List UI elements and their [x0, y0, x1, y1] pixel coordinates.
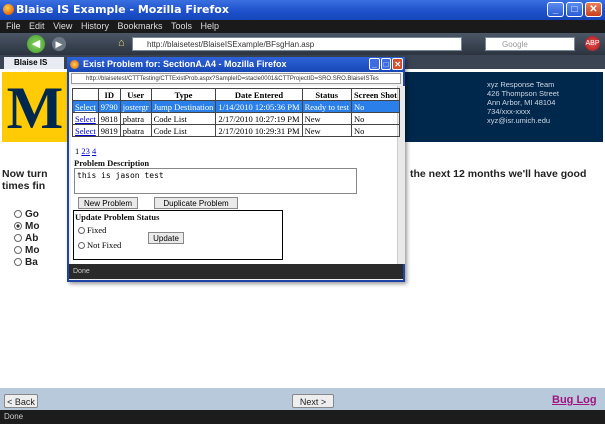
university-logo: M: [2, 72, 68, 142]
not-fixed-radio[interactable]: Not Fixed: [78, 240, 121, 250]
forward-arrow-icon[interactable]: ▶: [52, 37, 66, 51]
table-row[interactable]: Select 9818 pbatra Code List 2/17/2010 1…: [72, 112, 401, 125]
page-link[interactable]: 4: [92, 146, 96, 156]
page-link[interactable]: 3: [86, 146, 90, 156]
address-line: Ann Arbor, MI 48104: [487, 98, 556, 107]
window-titlebar: Blaise IS Example - Mozilla Firefox _ □ …: [0, 0, 605, 20]
popup-status-bar: Done: [69, 264, 403, 279]
address-line: xyz@isr.umich.edu: [487, 116, 551, 125]
address-line: 734/xxx-xxxx: [487, 107, 531, 116]
back-arrow-icon[interactable]: ◀: [27, 35, 45, 53]
select-link[interactable]: Select: [75, 102, 96, 112]
menu-view[interactable]: View: [53, 21, 72, 31]
radio-icon: [78, 227, 85, 234]
firefox-icon: [70, 60, 79, 69]
column-header: User: [119, 88, 152, 101]
column-header: ID: [97, 88, 121, 101]
bug-log-link[interactable]: Bug Log: [552, 394, 597, 406]
cell-status: New: [301, 112, 352, 125]
cell-id: 9818: [97, 112, 121, 125]
radio-icon: [78, 242, 85, 249]
address-line: 426 Thompson Street: [487, 89, 559, 98]
menu-history[interactable]: History: [81, 21, 109, 31]
pagination: 1 23 4: [75, 146, 96, 156]
answer-option[interactable]: Ab: [14, 233, 38, 244]
question-text-right: the next 12 months we'll have good: [410, 168, 587, 180]
firefox-icon: [3, 4, 14, 15]
popup-url-input[interactable]: http://blaisetest/CTTTesting/CTTExistPro…: [71, 73, 401, 84]
problem-description-input[interactable]: this is jason test: [74, 168, 357, 194]
cell-status: Ready to test: [301, 100, 352, 113]
minimize-button[interactable]: _: [547, 2, 564, 17]
cell-date: 2/17/2010 10:27:19 PM: [215, 112, 303, 125]
duplicate-problem-button[interactable]: Duplicate Problem: [154, 197, 238, 209]
table-row[interactable]: Select 9790 jostergr Jump Destination 1/…: [72, 100, 401, 113]
navigation-toolbar: ◀ ▶ ⌂ http://blaisetest/BlaiseISExample/…: [0, 33, 605, 55]
answer-option[interactable]: Mo: [14, 245, 39, 256]
select-link[interactable]: Select: [75, 126, 96, 136]
table-row[interactable]: Select 9819 pbatra Code List 2/17/2010 1…: [72, 124, 401, 137]
popup-title: Exist Problem for: SectionA.A4 - Mozilla…: [67, 57, 405, 72]
radio-icon: [14, 246, 22, 254]
popup-close-button[interactable]: ✕: [392, 58, 404, 70]
column-header: Status: [301, 88, 352, 101]
status-bar: Done: [0, 410, 605, 424]
cell-status: New: [301, 124, 352, 137]
radio-selected-icon: [14, 222, 22, 230]
contact-address: xyz Response Team 426 Thompson Street An…: [487, 80, 597, 125]
popup-minimize-button[interactable]: _: [369, 58, 380, 70]
cell-user: pbatra: [119, 112, 152, 125]
radio-icon: [14, 258, 22, 266]
tab-blaise[interactable]: Blaise IS: [4, 57, 64, 69]
answer-option[interactable]: Ba: [14, 257, 38, 268]
cell-user: pbatra: [119, 124, 152, 137]
column-header: [72, 88, 99, 101]
menu-file[interactable]: File: [6, 21, 21, 31]
column-header: Type: [150, 88, 217, 101]
column-header: Date Entered: [215, 88, 303, 101]
answer-option[interactable]: Mo: [14, 221, 39, 232]
question-text-left: Now turn times fin: [2, 168, 48, 192]
select-link[interactable]: Select: [75, 114, 96, 124]
home-icon[interactable]: ⌂: [118, 38, 130, 49]
close-button[interactable]: ✕: [585, 2, 602, 17]
menu-bookmarks[interactable]: Bookmarks: [117, 21, 162, 31]
current-page: 1: [75, 146, 80, 156]
menu-tools[interactable]: Tools: [171, 21, 192, 31]
popup-maximize-button[interactable]: □: [380, 58, 392, 70]
update-status-label: Update Problem Status: [75, 212, 160, 222]
problem-description-label: Problem Description: [74, 158, 150, 168]
radio-icon: [14, 234, 22, 242]
column-header: Screen Shot: [350, 88, 401, 101]
cell-date: 1/14/2010 12:05:36 PM: [215, 100, 303, 113]
cell-user: jostergr: [119, 100, 152, 113]
window-title: Blaise IS Example - Mozilla Firefox: [16, 3, 229, 16]
cell-id: 9790: [97, 100, 121, 113]
search-input[interactable]: Google: [485, 37, 575, 51]
cell-screenshot: No: [350, 124, 401, 137]
table-header-row: ID User Type Date Entered Status Screen …: [72, 88, 401, 101]
cell-date: 2/17/2010 10:29:31 PM: [215, 124, 303, 137]
update-button[interactable]: Update: [148, 232, 184, 244]
next-button[interactable]: Next >: [292, 394, 334, 408]
fixed-radio[interactable]: Fixed: [78, 225, 106, 235]
cell-id: 9819: [97, 124, 121, 137]
cell-type: Code List: [150, 124, 217, 137]
new-problem-button[interactable]: New Problem: [78, 197, 138, 209]
radio-icon: [14, 210, 22, 218]
menu-bar: File Edit View History Bookmarks Tools H…: [0, 20, 605, 33]
addon-stop-icon[interactable]: ABP: [585, 36, 600, 51]
cell-screenshot: No: [350, 112, 401, 125]
maximize-button[interactable]: □: [566, 2, 583, 17]
back-button[interactable]: < Back: [4, 394, 38, 408]
url-input[interactable]: http://blaisetest/BlaiseISExample/BFsgHa…: [132, 37, 462, 51]
cell-screenshot: No: [350, 100, 401, 113]
cell-type: Code List: [150, 112, 217, 125]
cell-type: Jump Destination: [150, 100, 217, 113]
menu-help[interactable]: Help: [201, 21, 220, 31]
problem-table: ID User Type Date Entered Status Screen …: [72, 88, 401, 137]
menu-edit[interactable]: Edit: [29, 21, 45, 31]
answer-option[interactable]: Go: [14, 209, 39, 220]
address-line: xyz Response Team: [487, 80, 555, 89]
